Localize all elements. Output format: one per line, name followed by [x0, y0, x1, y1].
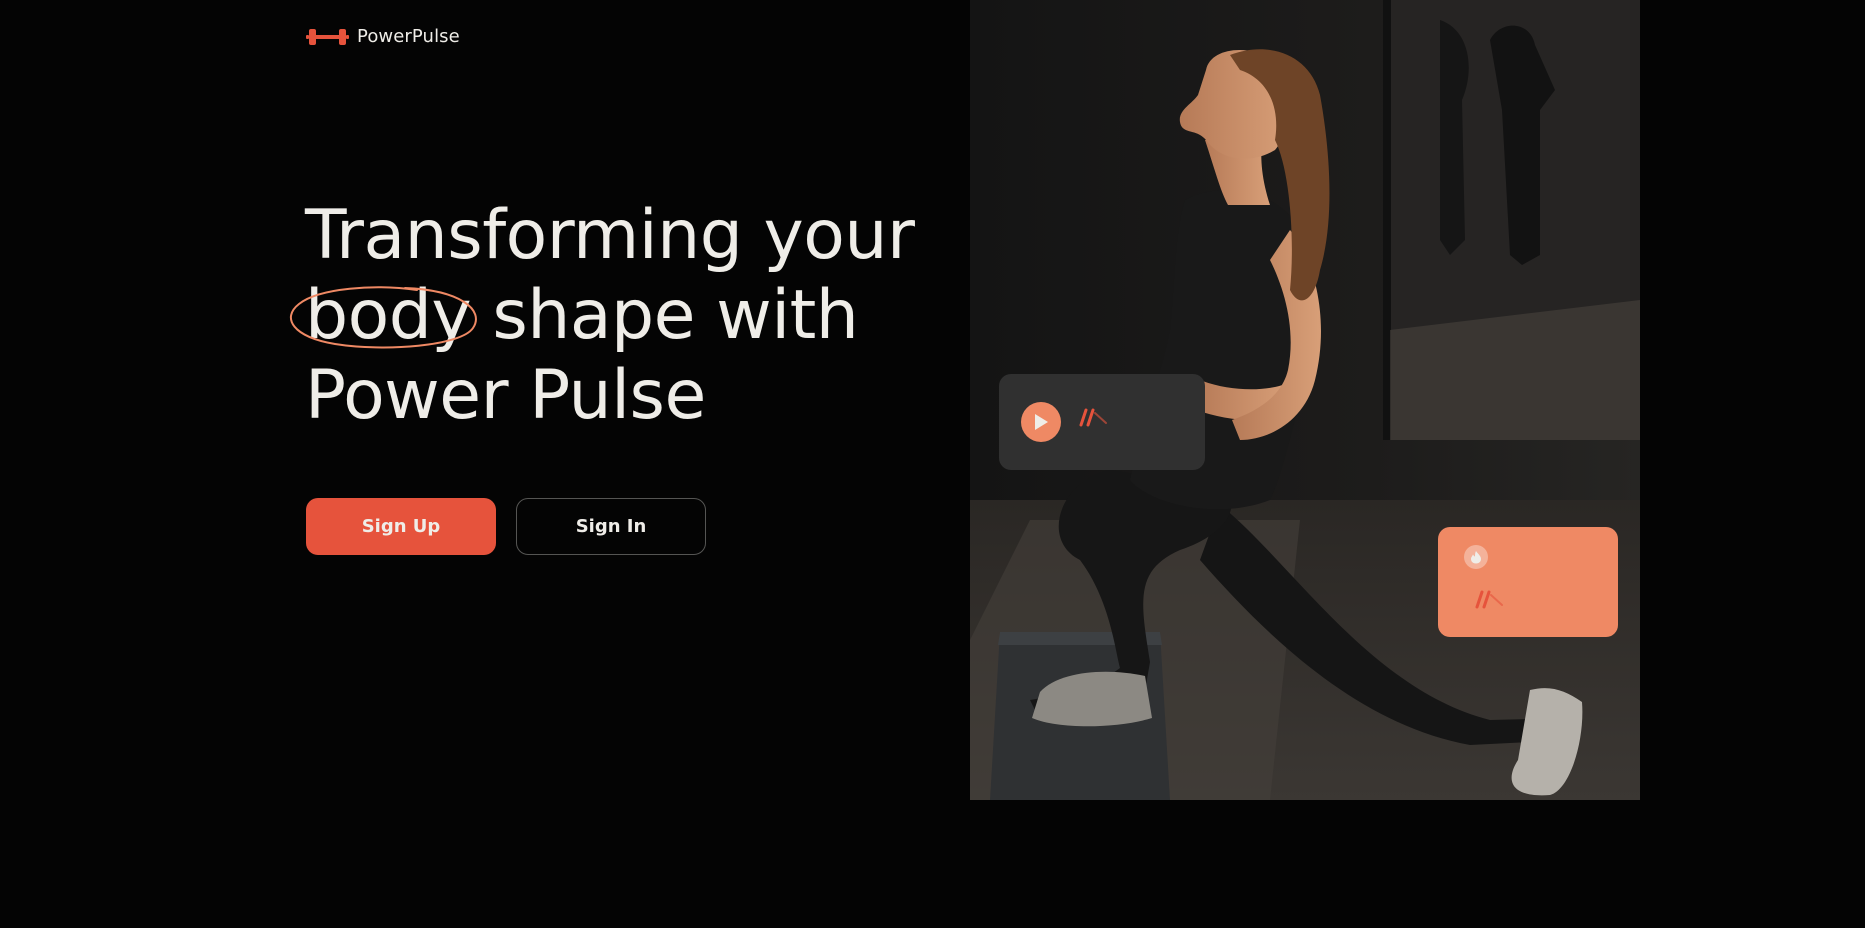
logo[interactable]: PowerPulse	[306, 26, 460, 47]
sign-in-button[interactable]: Sign In	[516, 498, 706, 555]
hero-title-line-3: Power Pulse	[305, 356, 706, 435]
highlighted-word: body	[289, 276, 477, 356]
decorative-stripes-icon	[1475, 590, 1503, 609]
dumbbell-icon	[306, 28, 349, 45]
highlight-text: body	[305, 276, 472, 355]
logo-text: PowerPulse	[357, 26, 460, 47]
decorative-stripes-icon	[1079, 408, 1107, 427]
hero-title-line-1: Transforming your	[305, 196, 915, 275]
hero-title: Transforming your body shape with Power …	[289, 196, 945, 436]
hero-title-line-2-rest: shape with	[492, 276, 859, 355]
hero-title-line-2: body shape with	[289, 276, 945, 356]
flame-badge	[1464, 545, 1488, 569]
welcome-page: PowerPulse Transforming your body shape …	[0, 0, 1865, 928]
sign-up-button[interactable]: Sign Up	[306, 498, 496, 555]
flame-icon	[1471, 551, 1481, 564]
video-card[interactable]	[999, 374, 1205, 470]
play-icon	[1035, 414, 1048, 430]
calories-card	[1438, 527, 1618, 637]
play-button[interactable]	[1021, 402, 1061, 442]
